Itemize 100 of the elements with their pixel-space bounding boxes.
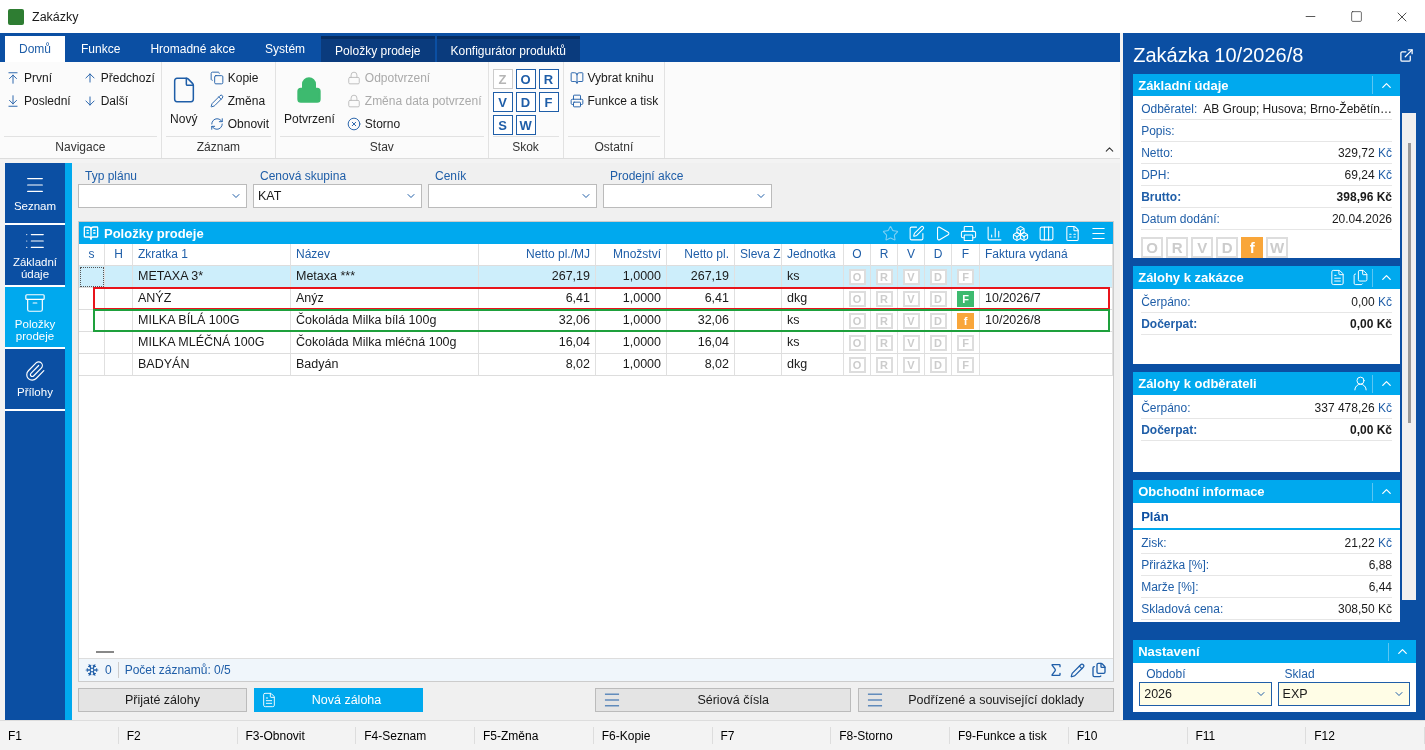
function-key[interactable]: F9-Funkce a tisk bbox=[950, 727, 1069, 744]
field-label: Brutto: bbox=[1141, 189, 1182, 204]
table-cell: 1,0000 bbox=[596, 332, 667, 354]
book-icon bbox=[569, 70, 584, 85]
ribbon-button[interactable]: Obnovit bbox=[207, 112, 272, 135]
field-label: Odběratel: bbox=[1141, 101, 1198, 116]
function-key[interactable]: F12 bbox=[1306, 727, 1425, 744]
field-value: 398,96 Kč bbox=[1336, 189, 1392, 204]
ribbon-tab[interactable]: Domů bbox=[5, 36, 65, 62]
pencil-icon bbox=[209, 93, 224, 108]
field-value: 329,72 Kč bbox=[1337, 145, 1392, 160]
paperclip-icon bbox=[24, 360, 46, 382]
jump-button[interactable]: D bbox=[515, 92, 536, 112]
table-cell: 1,0000 bbox=[596, 266, 667, 288]
ribbon-button[interactable]: První bbox=[4, 66, 73, 89]
function-key[interactable]: F3-Obnovit bbox=[237, 727, 357, 744]
documents-icon[interactable] bbox=[1091, 662, 1108, 678]
ribbon-button[interactable]: Poslední bbox=[4, 89, 73, 112]
table-cell: 16,04 bbox=[479, 332, 596, 354]
ribbon-button[interactable]: Kopie bbox=[207, 66, 272, 89]
ribbon-button[interactable]: Předchozí bbox=[80, 66, 157, 89]
field-value: 69,24 Kč bbox=[1344, 167, 1392, 182]
maximize-icon[interactable] bbox=[1349, 10, 1363, 23]
field-label: Období bbox=[1145, 667, 1187, 682]
field-label: Zisk: bbox=[1141, 535, 1167, 550]
ribbon-button[interactable]: Další bbox=[80, 89, 157, 112]
jump-button[interactable]: R bbox=[538, 69, 559, 89]
field-value: 0,00 Kč bbox=[1351, 294, 1392, 309]
function-key[interactable]: F2 bbox=[118, 727, 238, 744]
function-key[interactable]: F7 bbox=[712, 727, 832, 744]
document-icon bbox=[261, 692, 277, 708]
table-cell: 267,19 bbox=[479, 266, 596, 288]
function-key[interactable]: F4-Seznam bbox=[356, 727, 475, 744]
field-value: 0,00 Kč bbox=[1349, 422, 1392, 437]
dropdown-field[interactable]: 2026 bbox=[1139, 682, 1272, 706]
dropdown-field[interactable]: KAT bbox=[253, 184, 422, 208]
field-value: 0,00 Kč bbox=[1349, 316, 1392, 331]
field-value: 308,50 Kč bbox=[1337, 601, 1392, 616]
scroll-thumb[interactable] bbox=[1407, 143, 1411, 423]
table-cell bbox=[105, 354, 133, 376]
jump-button[interactable]: V bbox=[492, 92, 513, 112]
jump-button[interactable]: W bbox=[515, 115, 536, 135]
jump-button[interactable]: S bbox=[492, 115, 513, 135]
dropdown-field[interactable] bbox=[78, 184, 247, 208]
jump-button[interactable]: O bbox=[515, 69, 536, 89]
table-cell: 16,04 bbox=[667, 332, 735, 354]
field-value: 337 478,26 Kč bbox=[1314, 400, 1392, 415]
ribbon-tab[interactable]: Položky prodeje bbox=[321, 36, 435, 62]
action-button[interactable]: Podřízené a související doklady bbox=[858, 688, 1115, 712]
scroll-thumb[interactable] bbox=[96, 651, 114, 653]
pop-out-icon[interactable] bbox=[1399, 47, 1414, 63]
function-key[interactable]: F6-Kopie bbox=[593, 727, 713, 744]
status-badge: f bbox=[1241, 237, 1264, 258]
book-icon bbox=[83, 225, 99, 241]
snowflake-icon[interactable] bbox=[85, 663, 99, 677]
function-key[interactable]: F8-Storno bbox=[831, 727, 950, 744]
table-cell: 267,19 bbox=[667, 266, 735, 288]
ribbon-button[interactable]: Změna bbox=[207, 89, 272, 112]
table-cell: Čokoláda Milka mléčná 100g bbox=[291, 332, 479, 354]
section-title: Základní údaje bbox=[1138, 77, 1230, 93]
ribbon-button[interactable]: Nový bbox=[165, 66, 202, 136]
field-label: Čerpáno: bbox=[1141, 294, 1191, 309]
table-cell: 8,02 bbox=[479, 354, 596, 376]
dropdown-field[interactable] bbox=[428, 184, 597, 208]
table-cell bbox=[735, 354, 782, 376]
status-badge: f bbox=[957, 312, 974, 329]
frozen-count: 0 bbox=[105, 663, 112, 677]
record-count: Počet záznamů: 0/5 bbox=[124, 663, 231, 677]
table-cell: 1,0000 bbox=[596, 354, 667, 376]
field-label: Prodejní akce bbox=[609, 169, 685, 184]
row-selector[interactable] bbox=[79, 266, 105, 288]
pencil-icon[interactable] bbox=[1070, 662, 1086, 678]
ribbon-tab[interactable]: Funkce bbox=[67, 36, 135, 62]
function-key[interactable]: F10 bbox=[1068, 727, 1188, 744]
ribbon-button[interactable]: Potvrzení bbox=[280, 66, 339, 136]
ribbon-button[interactable]: Storno bbox=[344, 112, 484, 135]
ribbon-tab[interactable]: Hromadné akce bbox=[136, 36, 250, 62]
status-badge: F bbox=[957, 290, 974, 307]
function-key[interactable]: F1 bbox=[0, 727, 119, 744]
function-key[interactable]: F11 bbox=[1187, 727, 1307, 744]
dropdown-field[interactable] bbox=[603, 184, 772, 208]
app-logo bbox=[8, 8, 24, 25]
table-cell bbox=[735, 332, 782, 354]
table-cell: Metaxa *** bbox=[291, 266, 479, 288]
ribbon-button[interactable]: Vybrat knihu bbox=[567, 66, 661, 89]
field-label: Typ plánu bbox=[84, 169, 139, 184]
table-cell: Badyán bbox=[291, 354, 479, 376]
ribbon-tab[interactable]: Konfigurátor produktů bbox=[436, 36, 580, 62]
ribbon-button[interactable]: Funkce a tisk bbox=[567, 89, 661, 112]
action-button[interactable]: Sériová čísla bbox=[595, 688, 852, 712]
jump-button[interactable]: F bbox=[538, 92, 559, 112]
function-key[interactable]: F5-Změna bbox=[475, 727, 594, 744]
section-title: Obchodní informace bbox=[1138, 484, 1266, 499]
dropdown-field[interactable]: EXP bbox=[1277, 682, 1410, 706]
group-label: Stav bbox=[280, 136, 484, 158]
table-cell: MILKA MLÉČNÁ 100G bbox=[133, 332, 291, 354]
action-button[interactable]: Přijaté zálohy bbox=[78, 688, 247, 712]
field-value: 6,44 bbox=[1368, 579, 1392, 594]
ribbon-tab[interactable]: Systém bbox=[251, 36, 320, 62]
field-label: Skladová cena: bbox=[1141, 601, 1224, 616]
